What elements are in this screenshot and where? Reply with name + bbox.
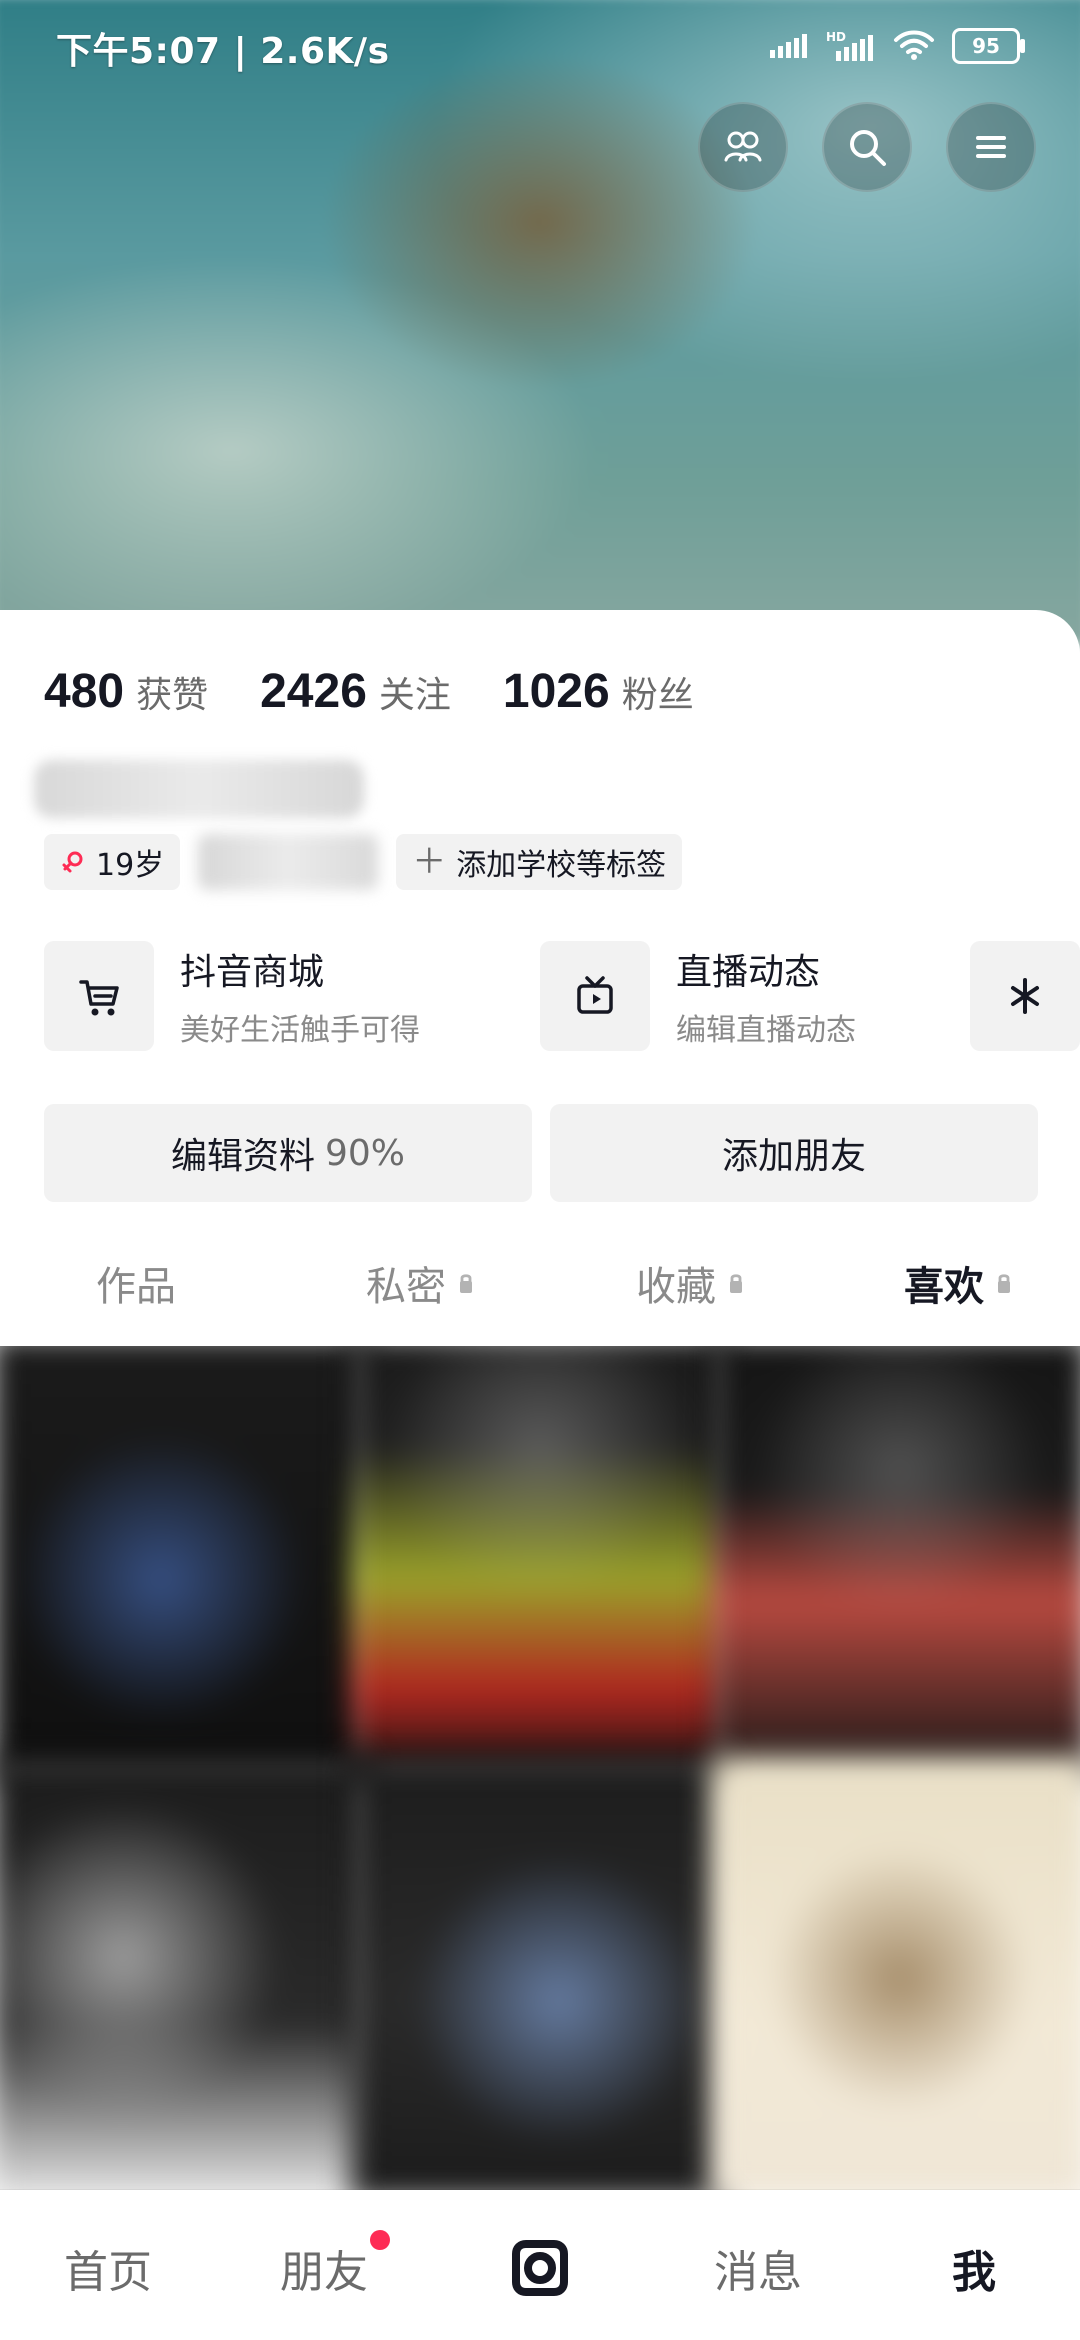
lock-icon	[460, 1274, 472, 1293]
notification-dot	[370, 2230, 390, 2250]
stat-followers-label: 粉丝	[621, 675, 694, 716]
tab-works-label: 作品	[96, 1264, 176, 1310]
video-thumbnail[interactable]	[0, 1346, 370, 1779]
add-friend-button[interactable]: 添加朋友	[550, 1104, 1038, 1202]
nav-camera[interactable]	[492, 2220, 588, 2316]
service-live-icon-tile	[540, 941, 650, 1051]
camera-icon	[512, 2240, 568, 2296]
hd-signal-icon: HD	[826, 30, 873, 61]
age-tag-label: 19岁	[96, 848, 165, 883]
service-mall-subtitle: 美好生活触手可得	[180, 1013, 420, 1048]
tab-favorites-label: 收藏	[636, 1264, 716, 1310]
profile-tabs: 作品 私密 收藏 喜欢	[0, 1238, 1080, 1328]
nav-me[interactable]: 我	[952, 2236, 996, 2300]
wifi-icon	[894, 30, 934, 60]
top-actions	[698, 102, 1036, 192]
tab-likes[interactable]: 喜欢	[904, 1238, 1014, 1328]
menu-button[interactable]	[946, 102, 1036, 192]
status-icons: HD 95	[768, 28, 1025, 64]
profile-screen: 下午5:07 | 2.6K/s HD 95 480 获赞 2426 关注 102…	[0, 0, 1080, 2340]
service-more-icon-tile	[970, 941, 1080, 1051]
nav-home[interactable]: 首页	[64, 2236, 152, 2300]
sparkle-icon	[1011, 978, 1039, 1014]
stat-following-value: 2426	[260, 665, 367, 718]
tab-likes-label: 喜欢	[904, 1264, 984, 1310]
profile-stats: 480 获赞 2426 关注 1026 粉丝	[44, 664, 694, 719]
tag-blurred	[198, 834, 379, 890]
service-mall-icon-tile	[44, 941, 154, 1051]
cell-signal-icon	[770, 34, 807, 58]
female-icon	[62, 851, 83, 873]
liked-videos-grid	[0, 1346, 1080, 2190]
battery-level: 95	[972, 34, 1000, 58]
nav-friends[interactable]: 朋友	[280, 2236, 368, 2300]
nav-friends-label: 朋友	[280, 2247, 368, 2298]
video-thumbnail[interactable]	[711, 1757, 1080, 2190]
cart-icon	[79, 980, 119, 1016]
stat-followers-value: 1026	[502, 665, 610, 718]
video-thumbnail[interactable]	[711, 1346, 1080, 1779]
service-live-subtitle: 编辑直播动态	[676, 1013, 856, 1048]
menu-icon	[976, 136, 1006, 158]
search-icon	[850, 130, 886, 166]
stat-following[interactable]: 2426 关注	[260, 664, 451, 719]
tab-favorites[interactable]: 收藏	[636, 1238, 746, 1328]
service-mall[interactable]: 抖音商城 美好生活触手可得	[44, 936, 420, 1056]
service-live[interactable]: 直播动态 编辑直播动态	[540, 936, 856, 1056]
tab-private[interactable]: 私密	[366, 1238, 476, 1328]
add-tag-button[interactable]: ＋ 添加学校等标签	[396, 834, 683, 890]
stat-followers[interactable]: 1026 粉丝	[503, 664, 694, 719]
status-bar: 下午5:07 | 2.6K/s HD 95	[0, 0, 1080, 96]
nav-home-label: 首页	[64, 2247, 152, 2298]
service-shortcuts: 抖音商城 美好生活触手可得 直播动态 编辑直播动态	[44, 936, 1080, 1056]
battery-indicator: 95	[952, 28, 1025, 64]
stat-following-label: 关注	[378, 675, 451, 716]
search-button[interactable]	[822, 102, 912, 192]
edit-profile-label: 编辑资料	[170, 1136, 315, 1177]
stat-likes-label: 获赞	[136, 675, 209, 716]
nav-messages-label: 消息	[714, 2247, 802, 2298]
video-thumbnail[interactable]	[351, 1346, 729, 1779]
nav-me-label: 我	[952, 2247, 996, 2298]
service-more[interactable]	[970, 936, 1080, 1056]
bottom-navigation: 首页 朋友 消息 我	[0, 2190, 1080, 2340]
friends-icon	[724, 131, 762, 162]
profile-name-blurred	[34, 760, 364, 818]
service-live-text: 直播动态 编辑直播动态	[676, 943, 856, 1049]
age-tag: 19岁	[44, 834, 181, 890]
profile-cover-image[interactable]	[0, 0, 1080, 647]
tab-works[interactable]: 作品	[96, 1238, 176, 1328]
video-thumbnail[interactable]	[351, 1757, 729, 2190]
tab-private-label: 私密	[366, 1264, 446, 1310]
status-time-network: 下午5:07 | 2.6K/s	[56, 31, 390, 72]
lock-icon	[998, 1274, 1010, 1293]
profile-actions: 编辑资料 90% 添加朋友	[44, 1104, 1038, 1202]
tv-icon	[577, 976, 613, 1014]
video-thumbnail[interactable]	[0, 1757, 370, 2190]
edit-profile-button[interactable]: 编辑资料 90%	[44, 1104, 532, 1202]
friends-button[interactable]	[698, 102, 788, 192]
plus-icon: ＋	[412, 842, 447, 882]
add-tag-label: 添加学校等标签	[456, 848, 667, 883]
add-friend-label: 添加朋友	[721, 1136, 866, 1177]
stat-likes[interactable]: 480 获赞	[44, 664, 208, 719]
lock-icon	[730, 1274, 742, 1293]
nav-messages[interactable]: 消息	[714, 2236, 802, 2300]
stat-likes-value: 480	[44, 665, 125, 718]
service-mall-text: 抖音商城 美好生活触手可得	[180, 943, 420, 1049]
service-mall-title: 抖音商城	[180, 952, 325, 993]
service-live-title: 直播动态	[676, 952, 821, 993]
profile-tags: 19岁 ＋ 添加学校等标签	[44, 834, 683, 890]
edit-profile-percent: 90%	[325, 1132, 406, 1174]
svg-text:HD: HD	[826, 30, 846, 44]
